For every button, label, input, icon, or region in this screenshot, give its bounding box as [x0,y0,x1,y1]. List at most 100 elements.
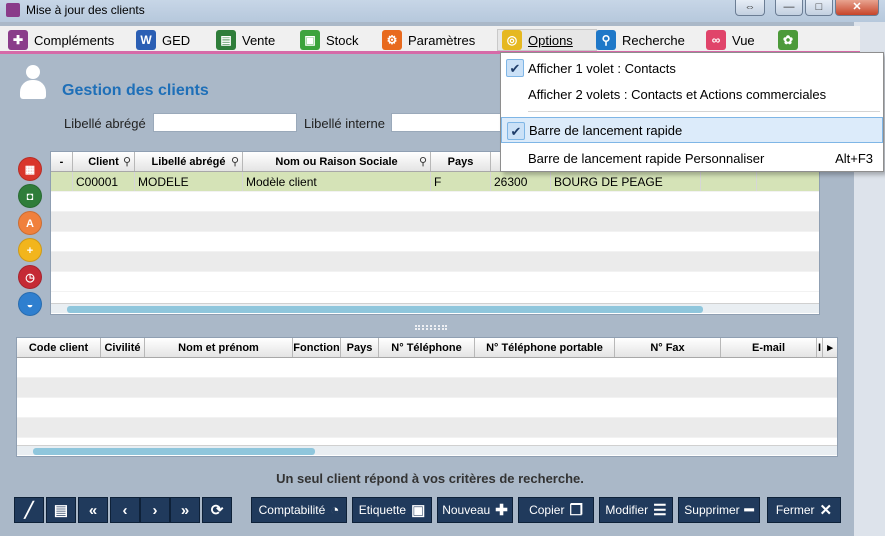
menu-vue[interactable]: ∞ Vue [702,29,759,51]
last-record-button[interactable]: » [170,497,200,523]
column-header-email[interactable]: E-mail [721,338,817,357]
swap-arrows-button[interactable]: ⇔ [735,0,765,16]
column-header-client[interactable]: Client ⚲ [73,152,135,171]
basket-icon[interactable]: ◒ [18,292,42,316]
search-icon[interactable]: ⚲ [419,155,427,168]
column-header-civilite[interactable]: Civilité [101,338,145,357]
menu-item-barre-lancement-rapide[interactable]: ✔ Barre de lancement rapide [501,117,883,143]
menu-label: Stock [326,32,359,48]
previous-record-button[interactable]: ‹ [110,497,140,523]
application-window: Mise à jour des clients ⇔ — □ ✕ ✚ Complé… [0,0,885,536]
table-row[interactable] [17,418,837,438]
comptabilite-button[interactable]: Comptabilité ◔ [251,497,347,523]
palette-icon: ✿ [778,30,798,50]
table-row[interactable] [51,192,819,212]
search-icon[interactable]: ⚲ [231,155,239,168]
user-icon [20,65,46,99]
next-record-button[interactable]: › [140,497,170,523]
plus-icon: ✚ [495,502,508,519]
menu-label: Vue [732,32,755,48]
button-label: Supprimer [684,503,740,517]
button-label: Etiquette [358,503,407,517]
menu-item-afficher-1-volet[interactable]: ✔ Afficher 1 volet : Contacts [501,55,883,81]
first-record-button[interactable]: « [78,497,108,523]
column-header-fax[interactable]: N° Fax [615,338,721,357]
column-header-telephone[interactable]: N° Téléphone [379,338,475,357]
scroll-right-arrow[interactable]: ▸ [823,338,837,357]
close-window-button[interactable]: ✕ [835,0,879,16]
table-row[interactable] [51,232,819,252]
font-a-icon[interactable]: A [18,211,42,235]
safe-icon[interactable]: ◘ [18,184,42,208]
menu-stock[interactable]: ▣ Stock [296,29,363,51]
minimize-button[interactable]: — [775,0,803,16]
menu-ged[interactable]: W GED [132,29,194,51]
contacts-grid[interactable]: Code client Civilité Nom et prénom Fonct… [16,337,838,457]
table-row[interactable] [17,378,837,398]
menu-item-label: Afficher 1 volet : Contacts [528,60,676,76]
menu-bar: ✚ Compléments W GED ▤ Vente ▣ Stock ⚙ Pa… [0,26,860,54]
menu-complements[interactable]: ✚ Compléments [4,29,118,51]
supprimer-button[interactable]: Supprimer ━ [678,497,760,523]
ledger-icon: ▤ [216,30,236,50]
menu-parametres[interactable]: ⚙ Paramètres [378,29,479,51]
button-label: Modifier [605,503,649,517]
table-row[interactable] [51,272,819,292]
copy-icon: ❐ [569,502,583,519]
etiquette-button[interactable]: Etiquette ▣ [352,497,432,523]
clients-horizontal-scrollbar[interactable] [51,303,819,313]
menu-label: Vente [242,32,276,48]
alarm-clock-icon[interactable]: ◷ [18,265,42,289]
nouveau-button[interactable]: Nouveau ✚ [437,497,513,523]
column-header-libelle-abrege[interactable]: Libellé abrégé ⚲ [135,152,243,171]
menu-item-barre-personnaliser[interactable]: Barre de lancement rapide Personnaliser … [501,145,883,171]
clients-grid[interactable]: - Client ⚲ Libellé abrégé ⚲ Nom ou Raison … [50,151,820,315]
menu-palette[interactable]: ✿ [774,29,802,51]
table-row[interactable] [51,212,819,232]
column-header-code-client[interactable]: Code client [17,338,101,357]
menu-item-label: Afficher 2 volets : Contacts et Actions … [528,86,827,102]
column-header-nom-prenom[interactable]: Nom et prénom [145,338,293,357]
label-icon: ▣ [411,502,426,519]
column-header[interactable]: - [51,152,73,171]
modifier-button[interactable]: Modifier ☰ [599,497,673,523]
column-header-portable[interactable]: N° Téléphone portable [475,338,615,357]
glasses-icon: ◎ [502,30,522,50]
table-row[interactable] [51,252,819,272]
add-user-icon[interactable]: + [18,238,42,262]
column-header-pays[interactable]: Pays [341,338,379,357]
column-header-nom[interactable]: Nom ou Raison Sociale ⚲ [243,152,431,171]
refresh-icon: ⟳ [210,502,224,519]
maximize-button[interactable]: □ [805,0,833,16]
libelle-abrege-input[interactable] [153,113,297,132]
table-row[interactable]: C00001 MODELE Modèle client F 26300 BOUR… [51,172,819,192]
pen-button[interactable]: ╱ [14,497,44,523]
fermer-button[interactable]: Fermer ✕ [767,497,841,523]
print-button[interactable]: ▤ [46,497,76,523]
libelle-interne-input[interactable] [391,113,501,132]
menu-recherche[interactable]: ⚲ Recherche [592,29,689,51]
table-row[interactable] [17,358,837,378]
search-icon[interactable]: ⚲ [123,155,131,168]
column-header-pays[interactable]: Pays [431,152,491,171]
menu-vente[interactable]: ▤ Vente [212,29,279,51]
libelle-interne-label: Libellé interne [304,116,385,131]
menu-item-afficher-2-volets[interactable]: Afficher 2 volets : Contacts et Actions … [501,81,883,107]
card-icon[interactable]: ▦ [18,157,42,181]
button-label: Nouveau [442,503,491,517]
cart-icon: ▣ [300,30,320,50]
copier-button[interactable]: Copier ❐ [518,497,594,523]
scrollbar-thumb[interactable] [33,448,315,455]
scrollbar-thumb[interactable] [67,306,703,313]
contacts-horizontal-scrollbar[interactable] [17,445,837,455]
pane-splitter[interactable] [415,325,447,330]
magnifier-icon: ⚲ [596,30,616,50]
title-bar: Mise à jour des clients ⇔ — □ ✕ [0,0,885,22]
menu-item-label: Barre de lancement rapide Personnaliser [528,150,765,166]
refresh-button[interactable]: ⟳ [202,497,232,523]
column-header-fonction[interactable]: Fonction [293,338,341,357]
next-icon: › [152,501,158,519]
menu-label: Options [528,32,573,48]
menu-options[interactable]: ◎ Options [497,29,597,51]
table-row[interactable] [17,398,837,418]
